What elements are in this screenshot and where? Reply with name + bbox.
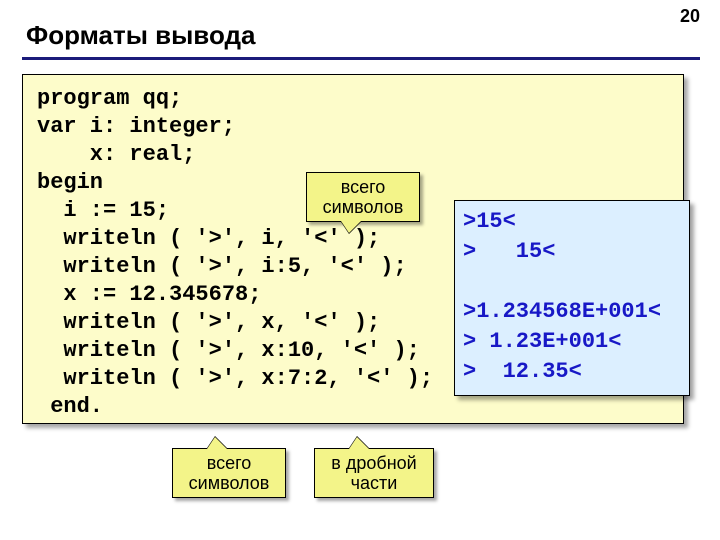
code-line: x := 12.345678;	[37, 282, 261, 307]
page-number: 20	[680, 6, 700, 27]
output-listing: >15< > 15< >1.234568E+001< > 1.23E+001< …	[463, 207, 681, 387]
code-line: var i: integer;	[37, 114, 235, 139]
slide: 20 Форматы вывода program qq; var i: int…	[0, 0, 720, 540]
callout-text: всегосимволов	[189, 453, 270, 493]
code-line: i := 15;	[37, 198, 169, 223]
output-line: >1.234568E+001<	[463, 299, 661, 324]
callout-text: в дробнойчасти	[331, 453, 416, 493]
output-line: > 1.23E+001<	[463, 329, 621, 354]
code-line: writeln ( '>', i:5, '<' );	[37, 254, 407, 279]
callout-total-chars-bottom: всегосимволов	[172, 448, 286, 498]
output-line: > 15<	[463, 239, 555, 264]
callout-tail-icon	[349, 437, 369, 449]
code-line: writeln ( '>', i, '<' );	[37, 226, 380, 251]
title-underline	[22, 57, 700, 60]
callout-text: всегосимволов	[323, 177, 404, 217]
code-line: program qq;	[37, 86, 182, 111]
callout-tail-icon	[207, 437, 227, 449]
output-line: > 12.35<	[463, 359, 582, 384]
code-line: writeln ( '>', x:10, '<' );	[37, 338, 420, 363]
callout-tail-icon	[341, 221, 361, 233]
code-line: begin	[37, 170, 103, 195]
code-line: x: real;	[37, 142, 195, 167]
code-line: writeln ( '>', x:7:2, '<' );	[37, 366, 433, 391]
callout-fraction: в дробнойчасти	[314, 448, 434, 498]
slide-title: Форматы вывода	[26, 20, 700, 51]
code-line: end.	[37, 394, 103, 419]
output-box: >15< > 15< >1.234568E+001< > 1.23E+001< …	[454, 200, 690, 396]
code-line: writeln ( '>', x, '<' );	[37, 310, 380, 335]
callout-total-chars-top: всегосимволов	[306, 172, 420, 222]
output-line: >15<	[463, 209, 516, 234]
